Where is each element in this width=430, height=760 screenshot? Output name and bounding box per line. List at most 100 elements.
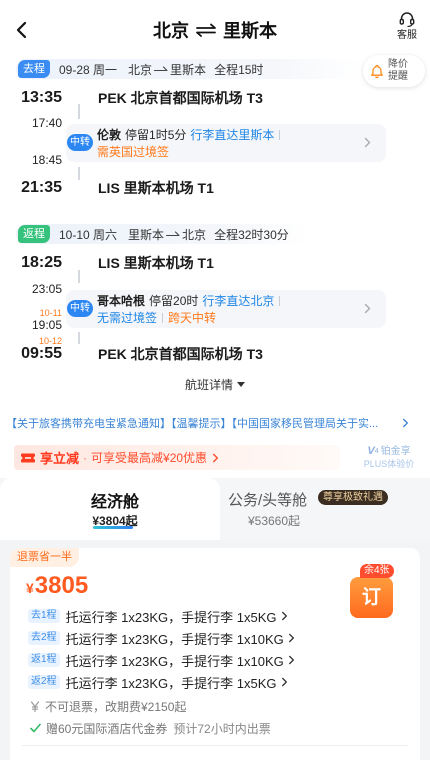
divider bbox=[22, 745, 408, 746]
segment-badge: 返2程 bbox=[28, 675, 60, 689]
transfer-info-line: 伦敦 停留1时5分 行李直达里斯本 bbox=[97, 127, 285, 142]
chevron-right-icon bbox=[364, 137, 371, 148]
fare-currency: ¥ bbox=[26, 580, 34, 596]
transfer-city: 伦敦 bbox=[97, 128, 122, 142]
timeline-line bbox=[78, 270, 80, 283]
separator bbox=[279, 295, 281, 306]
separator bbox=[162, 312, 164, 323]
outbound-route-from: 北京 bbox=[128, 62, 153, 77]
tab-business-first[interactable]: 公务/头等舱 尊享极致礼遇 ¥53660起 bbox=[220, 478, 430, 540]
seats-remaining-badge: 余4张 bbox=[360, 564, 394, 578]
plus-level-letter: V bbox=[367, 445, 375, 457]
promo-discount-bar[interactable]: 享立减 · 可享受最高减¥20优惠 bbox=[14, 445, 340, 470]
inbound-transfer-card[interactable]: 中转 哥本哈根 停留20时 行李直达北京 无需过境签 跨天中转 bbox=[66, 290, 386, 328]
price-alert-label: 降价 提醒 bbox=[388, 59, 408, 83]
customer-service-button[interactable]: 客服 bbox=[390, 10, 424, 46]
plus-price-label: PLUS体验价 bbox=[363, 459, 415, 469]
refund-policy: 不可退票，改期费¥2150起 bbox=[30, 698, 186, 714]
route-arrow-icon bbox=[154, 65, 168, 73]
headset-icon bbox=[399, 12, 415, 28]
baggage-row[interactable]: 返1程 托运行李 1x23KG，手提行李 1x10KG bbox=[28, 651, 295, 669]
notice-text: 【关于旅客携带充电宝紧急通知】【温馨提示】【中国国家移民管理局关于实... bbox=[6, 418, 379, 430]
inbound-transfer-departure-time: 19:05 bbox=[31, 318, 62, 332]
fare-card[interactable]: 退票省一半 ¥ 3805 订 余4张 去1程 托运行李 1x23KG，手提行李 … bbox=[10, 548, 420, 760]
inbound-summary: 返程 10-10 周六 里斯本 北京 全程32时30分 bbox=[16, 224, 306, 244]
triangle-down-icon bbox=[237, 381, 245, 387]
outbound-transfer-arrival-time: 17:40 bbox=[31, 116, 62, 130]
separator bbox=[279, 129, 281, 140]
segment-badge: 返1程 bbox=[28, 653, 60, 667]
notice-bar[interactable]: 【关于旅客携带充电宝紧急通知】【温馨提示】【中国国家移民管理局关于实... bbox=[6, 415, 424, 431]
price-alert-line2: 提醒 bbox=[388, 71, 408, 82]
book-button[interactable]: 订 bbox=[350, 577, 393, 618]
outbound-badge: 去程 bbox=[18, 60, 50, 78]
timeline-line bbox=[78, 332, 80, 344]
baggage-text: 托运行李 1x23KG，手提行李 1x5KG bbox=[65, 609, 277, 625]
promo-separator: · bbox=[83, 450, 88, 465]
outbound-departure-time: 13:35 bbox=[21, 89, 62, 106]
inbound-transfer-arrival-time: 23:05 bbox=[31, 282, 62, 296]
hotel-voucher-gift: 赠60元国际酒店代金券 bbox=[46, 721, 168, 736]
plus-level-label: 铂金享 bbox=[380, 446, 411, 457]
baggage-row[interactable]: 去2程 托运行李 1x23KG，手提行李 1x10KG bbox=[28, 629, 295, 647]
refund-policy-text: 不可退票，改期费¥2150起 bbox=[45, 699, 187, 714]
cabin-tabs: 经济舱 ¥3804起 公务/头等舱 尊享极致礼遇 ¥53660起 bbox=[0, 478, 430, 540]
price-alert-button[interactable]: 降价 提醒 bbox=[363, 55, 425, 87]
timeline-line bbox=[78, 167, 80, 180]
plus-level-line: V 4 铂金享 bbox=[367, 445, 410, 458]
ticketing-time: 预计72小时内出票 bbox=[173, 721, 271, 736]
flight-details-toggle[interactable]: 航班详情 bbox=[0, 376, 430, 392]
outbound-transfer-card[interactable]: 中转 伦敦 停留1时5分 行李直达里斯本 需英国过境签 bbox=[66, 124, 386, 162]
flight-details-label: 航班详情 bbox=[184, 377, 233, 392]
baggage-row[interactable]: 去1程 托运行李 1x23KG，手提行李 1x5KG bbox=[28, 607, 288, 625]
chevron-right-icon bbox=[364, 303, 371, 314]
chevron-right-icon bbox=[288, 655, 294, 665]
transfer-stay: 停留1时5分 bbox=[125, 128, 187, 142]
transfer-visa: 需英国过境签 bbox=[97, 145, 170, 159]
outbound-route-to: 里斯本 bbox=[170, 62, 207, 77]
tab-economy-label: 经济舱 bbox=[90, 494, 139, 511]
fare-amount: 3805 bbox=[34, 572, 89, 599]
outbound-date: 09-28 周一 bbox=[59, 62, 118, 77]
chevron-right-icon bbox=[213, 453, 219, 462]
baggage-text: 托运行李 1x23KG，手提行李 1x5KG bbox=[65, 675, 277, 691]
outbound-duration: 全程15时 bbox=[214, 62, 264, 77]
chevron-right-icon bbox=[281, 677, 287, 687]
bell-icon bbox=[371, 64, 383, 78]
title-origin: 北京 bbox=[153, 21, 189, 41]
title-destination: 里斯本 bbox=[223, 21, 277, 41]
tab-business-label: 公务/头等舱 bbox=[228, 492, 308, 509]
premium-badge: 尊享极致礼遇 bbox=[318, 490, 388, 505]
round-trip-swap-icon bbox=[195, 23, 217, 37]
transfer-visa-line: 无需过境签 跨天中转 bbox=[97, 310, 216, 325]
transfer-stay: 停留20时 bbox=[149, 294, 199, 308]
outbound-summary: 去程 09-28 周一 北京 里斯本 全程15时 bbox=[16, 59, 362, 79]
segment-badge: 去2程 bbox=[28, 631, 60, 645]
transfer-visa-line: 需英国过境签 bbox=[97, 144, 169, 159]
outbound-transfer-departure-time: 18:45 bbox=[31, 153, 62, 167]
baggage-text: 托运行李 1x23KG，手提行李 1x10KG bbox=[65, 653, 284, 669]
inbound-route-from: 里斯本 bbox=[128, 227, 165, 242]
outbound-departure-airport: PEK 北京首都国际机场 T3 bbox=[98, 90, 263, 106]
transfer-city: 哥本哈根 bbox=[97, 294, 146, 308]
coupon-icon bbox=[21, 453, 35, 462]
baggage-row[interactable]: 返2程 托运行李 1x23KG，手提行李 1x5KG bbox=[28, 673, 288, 691]
outbound-arrival-airport: LIS 里斯本机场 T1 bbox=[98, 180, 214, 196]
transfer-baggage: 行李直达里斯本 bbox=[190, 128, 275, 142]
inbound-transfer-departure-date: 10-11 bbox=[39, 308, 62, 318]
page-title: 北京 里斯本 bbox=[0, 16, 430, 44]
chevron-right-icon bbox=[288, 633, 294, 643]
fare-price: ¥ 3805 bbox=[26, 572, 88, 600]
inbound-route-to: 北京 bbox=[182, 227, 207, 242]
tab-economy[interactable]: 经济舱 ¥3804起 bbox=[0, 478, 220, 540]
transfer-visa: 无需过境签 bbox=[97, 311, 158, 325]
baggage-text: 托运行李 1x23KG，手提行李 1x10KG bbox=[65, 631, 284, 647]
plus-member-price[interactable]: V 4 铂金享 PLUS体验价 bbox=[352, 445, 426, 471]
transfer-badge: 中转 bbox=[67, 134, 93, 151]
yen-icon bbox=[30, 700, 40, 712]
inbound-departure-time: 18:25 bbox=[21, 254, 62, 271]
inbound-departure-airport: LIS 里斯本机场 T1 bbox=[98, 255, 214, 271]
promo-title: 享立减 bbox=[40, 451, 80, 466]
inbound-badge: 返程 bbox=[18, 225, 50, 243]
gift-and-ticketing: 赠60元国际酒店代金券 预计72小时内出票 bbox=[30, 720, 271, 736]
